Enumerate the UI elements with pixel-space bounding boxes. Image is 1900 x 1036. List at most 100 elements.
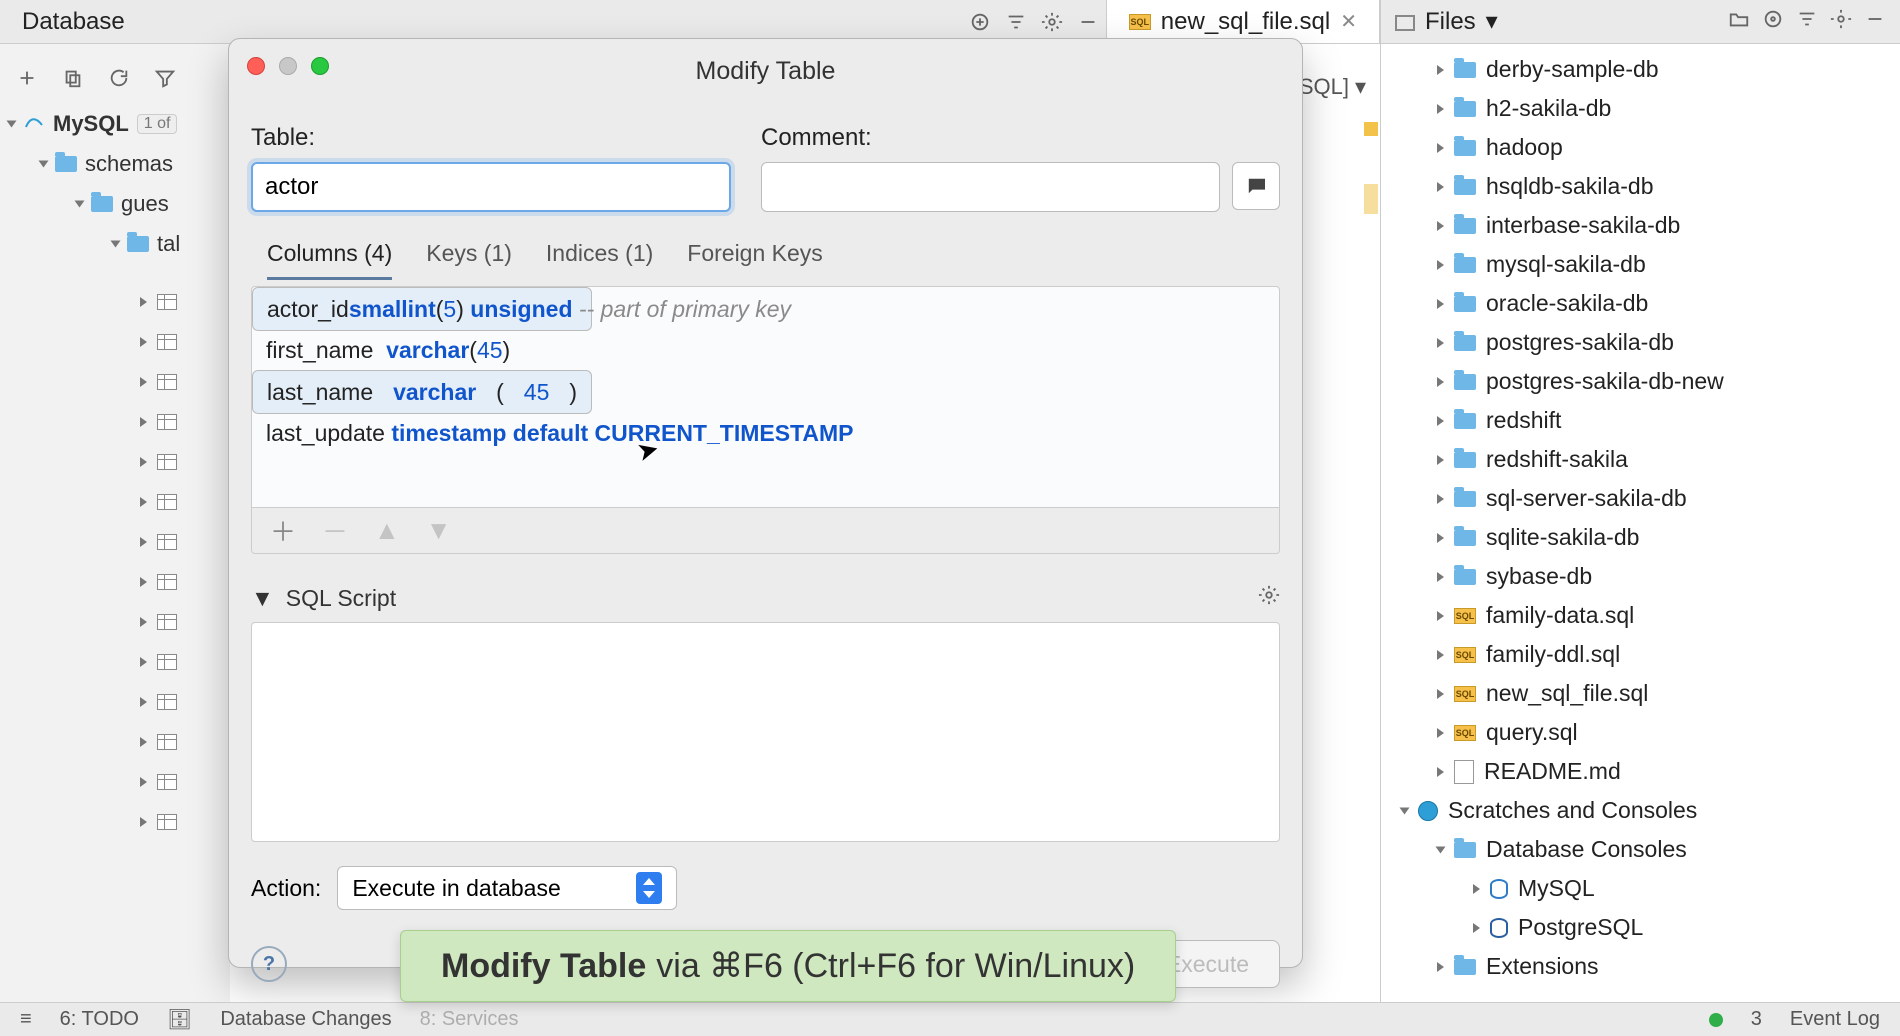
folder-item[interactable]: oracle-sakila-db — [1381, 284, 1900, 323]
tab-columns[interactable]: Columns (4) — [267, 240, 392, 280]
table-row-peek[interactable] — [140, 322, 230, 362]
status-count: 3 — [1751, 1008, 1762, 1031]
move-up-icon[interactable]: ▲ — [374, 515, 400, 546]
move-down-icon[interactable]: ▼ — [426, 515, 452, 546]
table-name-input[interactable] — [251, 162, 731, 212]
sql-file-item[interactable]: SQLnew_sql_file.sql — [1381, 674, 1900, 713]
table-row-peek[interactable] — [140, 562, 230, 602]
new-icon[interactable] — [16, 67, 46, 95]
column-row[interactable]: last_update timestamp default CURRENT_TI… — [252, 414, 1279, 453]
tree-guest[interactable]: gues — [0, 184, 230, 224]
folder-item[interactable]: redshift — [1381, 401, 1900, 440]
tree-root-mysql[interactable]: MySQL1 of — [0, 104, 230, 144]
chevron-right-icon — [1437, 494, 1444, 504]
table-row-peek[interactable] — [140, 762, 230, 802]
column-row[interactable]: last_name varchar(45) — [252, 370, 592, 414]
folder-item[interactable]: hsqldb-sakila-db — [1381, 167, 1900, 206]
folder-item[interactable]: sql-server-sakila-db — [1381, 479, 1900, 518]
table-rows-peek — [140, 282, 230, 842]
table-row-peek[interactable] — [140, 482, 230, 522]
settings-icon[interactable] — [1034, 4, 1070, 40]
folder-item[interactable]: postgres-sakila-db — [1381, 323, 1900, 362]
console-postgres[interactable]: PostgreSQL — [1381, 908, 1900, 947]
folder-icon — [1454, 62, 1476, 78]
tree-item-label: redshift-sakila — [1486, 446, 1628, 473]
tab-keys[interactable]: Keys (1) — [426, 240, 512, 280]
folder-icon — [55, 156, 77, 172]
folder-item[interactable]: postgres-sakila-db-new — [1381, 362, 1900, 401]
scratches-node[interactable]: Scratches and Consoles — [1381, 791, 1900, 830]
table-row-peek[interactable] — [140, 442, 230, 482]
table-row-peek[interactable] — [140, 522, 230, 562]
open-folder-icon[interactable] — [1728, 8, 1750, 36]
action-select[interactable]: Execute in database — [337, 866, 677, 910]
help-icon[interactable]: ? — [251, 946, 287, 982]
filter2-icon[interactable] — [154, 67, 184, 95]
tab-database[interactable]: Database — [0, 0, 147, 43]
close-window-icon[interactable] — [247, 57, 265, 75]
status-todo[interactable]: 6: TODO — [60, 1008, 139, 1031]
folder-icon — [1454, 140, 1476, 156]
tab-indices[interactable]: Indices (1) — [546, 240, 653, 280]
columns-actions: ＋ － ▲ ▼ — [251, 508, 1280, 554]
chevron-right-icon — [1437, 65, 1444, 75]
readme-item[interactable]: README.md — [1381, 752, 1900, 791]
table-row-peek[interactable] — [140, 682, 230, 722]
db-toolbar — [0, 58, 230, 104]
tab-sqlfile[interactable]: SQL new_sql_file.sql ✕ — [1106, 0, 1380, 43]
folder-item[interactable]: sybase-db — [1381, 557, 1900, 596]
filter-icon[interactable] — [998, 4, 1034, 40]
refresh-icon[interactable] — [108, 67, 138, 95]
tab-foreign-keys[interactable]: Foreign Keys — [687, 240, 823, 280]
table-row-peek[interactable] — [140, 802, 230, 842]
collapse-icon[interactable]: ▼ — [251, 585, 274, 612]
comment-input[interactable] — [761, 162, 1220, 212]
add-column-icon[interactable]: ＋ — [270, 512, 296, 549]
table-row-peek[interactable] — [140, 602, 230, 642]
folder-item[interactable]: sqlite-sakila-db — [1381, 518, 1900, 557]
hide-panel-icon[interactable] — [1864, 8, 1886, 36]
columns-list[interactable]: actor_id smallint(5) unsigned -- part of… — [251, 286, 1280, 508]
add-target-icon[interactable] — [962, 4, 998, 40]
sql-file-item[interactable]: SQLfamily-ddl.sql — [1381, 635, 1900, 674]
status-event-log[interactable]: Event Log — [1790, 1008, 1880, 1031]
folder-item[interactable]: hadoop — [1381, 128, 1900, 167]
table-row-peek[interactable] — [140, 722, 230, 762]
minimize-icon[interactable] — [1070, 4, 1106, 40]
close-tab-icon[interactable]: ✕ — [1340, 9, 1357, 34]
sql-file-icon: SQL — [1454, 725, 1476, 741]
column-row[interactable]: first_name varchar(45) — [252, 331, 1279, 370]
remove-column-icon[interactable]: － — [322, 512, 348, 549]
tree-tables[interactable]: tal — [0, 224, 230, 264]
sql-file-item[interactable]: SQLfamily-data.sql — [1381, 596, 1900, 635]
extensions-node[interactable]: Extensions — [1381, 947, 1900, 986]
table-row-peek[interactable] — [140, 642, 230, 682]
sql-file-item[interactable]: SQLquery.sql — [1381, 713, 1900, 752]
folder-item[interactable]: derby-sample-db — [1381, 50, 1900, 89]
table-row-peek[interactable] — [140, 362, 230, 402]
table-row-peek[interactable] — [140, 282, 230, 322]
duplicate-icon[interactable] — [62, 67, 92, 95]
collapse-all-icon[interactable] — [1796, 8, 1818, 36]
window-controls — [247, 57, 329, 75]
status-services[interactable]: 8: Services — [420, 1008, 519, 1031]
chevron-down-icon[interactable]: ▾ — [1486, 7, 1498, 36]
tree-schemas[interactable]: schemas — [0, 144, 230, 184]
settings-icon[interactable] — [1830, 8, 1852, 36]
folder-item[interactable]: interbase-sakila-db — [1381, 206, 1900, 245]
sql-script-area[interactable] — [251, 622, 1280, 842]
db-consoles-node[interactable]: Database Consoles — [1381, 830, 1900, 869]
folder-item[interactable]: mysql-sakila-db — [1381, 245, 1900, 284]
folder-item[interactable]: redshift-sakila — [1381, 440, 1900, 479]
script-settings-icon[interactable] — [1258, 584, 1280, 612]
zoom-window-icon[interactable] — [311, 57, 329, 75]
column-row[interactable]: actor_id smallint(5) unsigned -- part of… — [252, 287, 592, 331]
minimize-window-icon[interactable] — [279, 57, 297, 75]
console-mysql[interactable]: MySQL — [1381, 869, 1900, 908]
expand-comment-icon[interactable] — [1232, 162, 1280, 210]
folder-item[interactable]: h2-sakila-db — [1381, 89, 1900, 128]
table-row-peek[interactable] — [140, 402, 230, 442]
status-db-changes[interactable]: Database Changes — [220, 1008, 391, 1031]
target-icon[interactable] — [1762, 8, 1784, 36]
tree-item-label: hsqldb-sakila-db — [1486, 173, 1653, 200]
